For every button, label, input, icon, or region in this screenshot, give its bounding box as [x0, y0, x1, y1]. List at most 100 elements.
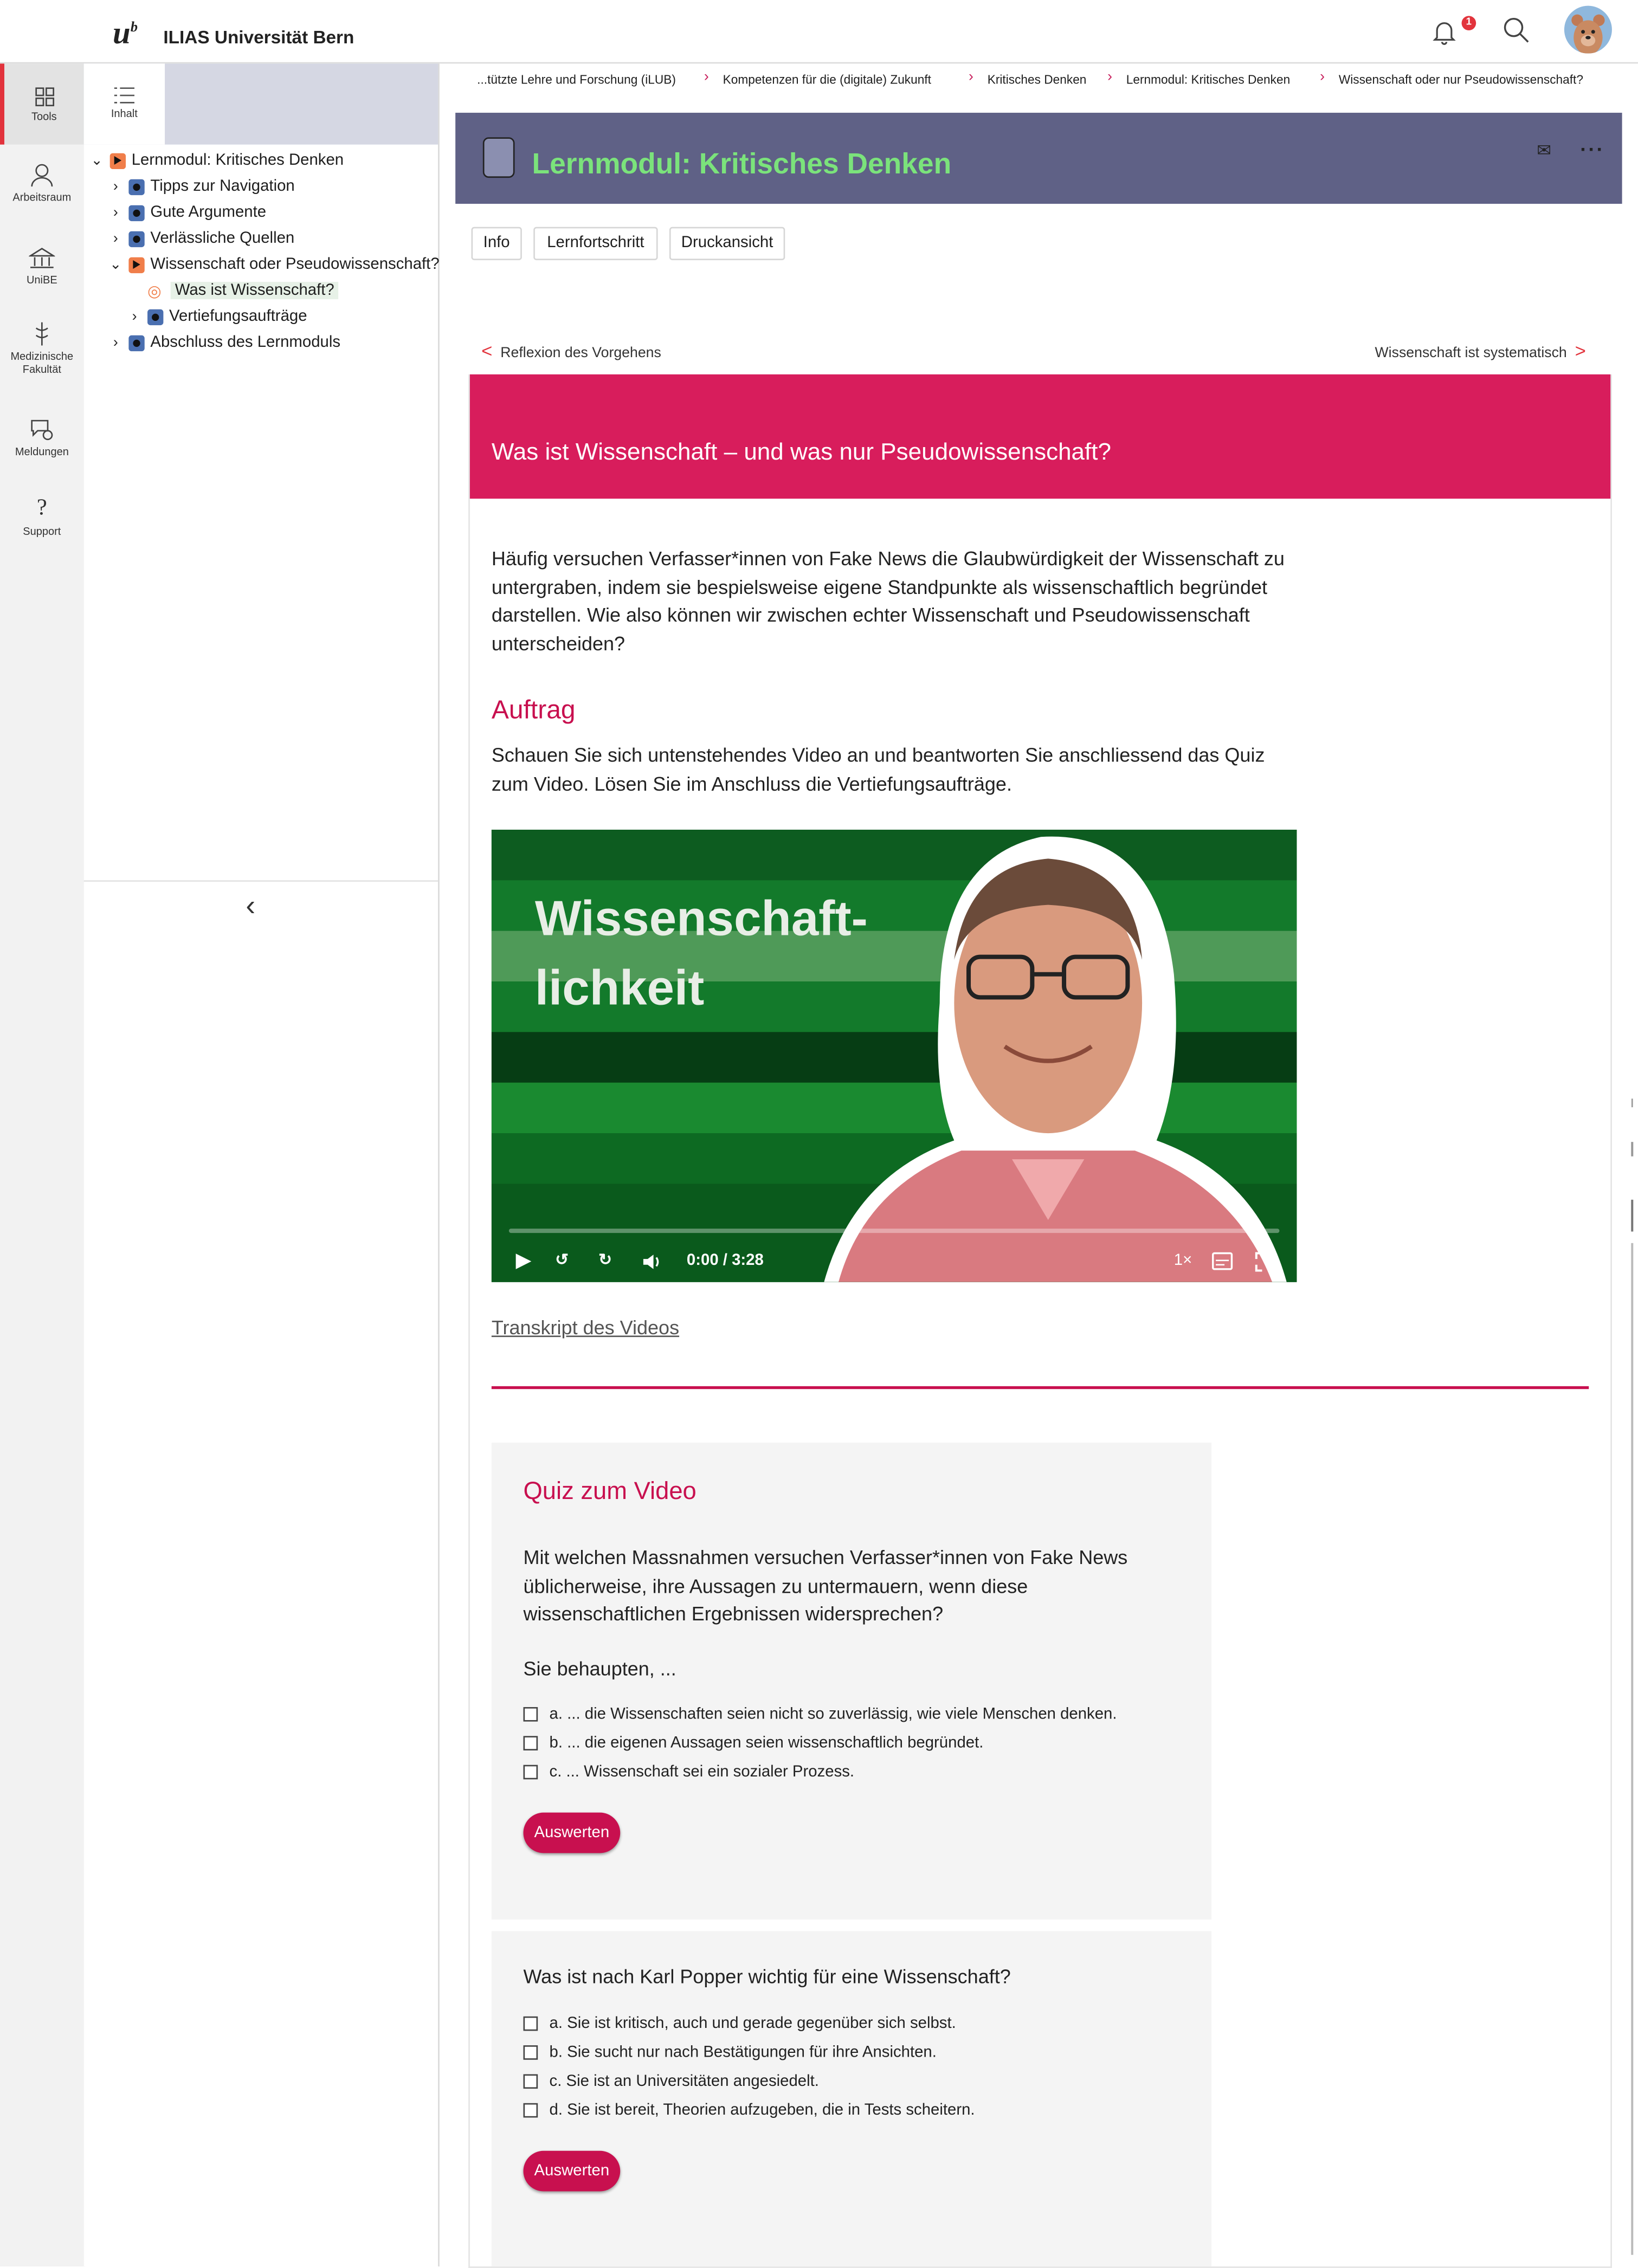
- person-icon: [31, 164, 53, 187]
- top-bar: ub ILIAS Universität Bern 1: [0, 0, 1638, 64]
- video-time: 0:00 / 3:28: [686, 1251, 764, 1269]
- previous-page-link[interactable]: < Reflexion des Vorgehens: [481, 340, 661, 361]
- page-heading: Was ist Wissenschaft – und was nur Pseud…: [491, 439, 1111, 466]
- video-player[interactable]: Wissenschaft-lichkeit ▶ ↺ ↻ 0:00 / 3:28 …: [491, 829, 1297, 1282]
- quiz-lead: Sie behaupten, ...: [523, 1658, 676, 1680]
- chapter-icon: [128, 178, 145, 195]
- task-text: Schauen Sie sich untenstehendes Video an…: [491, 744, 1265, 795]
- checkbox[interactable]: [523, 2103, 538, 2118]
- notification-settings-icon[interactable]: ✉: [1537, 140, 1551, 160]
- play-icon[interactable]: ▶: [516, 1249, 531, 1272]
- grid-icon: [35, 87, 54, 107]
- breadcrumb: ...tützte Lehre und Forschung (iLUB) › K…: [440, 63, 1638, 95]
- bell-icon[interactable]: [1430, 17, 1459, 46]
- chevron-right-icon[interactable]: ›: [107, 230, 124, 246]
- transcript-link[interactable]: Transkript des Videos: [492, 1317, 679, 1339]
- rail-item-medizinische-fakultaet[interactable]: Medizinische Fakultät: [0, 312, 84, 399]
- chevron-right-icon: >: [1575, 339, 1586, 361]
- rail-item-arbeitsraum[interactable]: Arbeitsraum: [0, 150, 84, 231]
- breadcrumb-item[interactable]: Wissenschaft oder nur Pseudowissenschaft…: [1339, 72, 1583, 87]
- breadcrumb-item[interactable]: Kompetenzen für die (digitale) Zukunft: [723, 72, 931, 87]
- chevron-right-icon: ›: [1107, 69, 1112, 86]
- checkbox[interactable]: [523, 1707, 538, 1722]
- chevron-right-icon: ›: [704, 69, 709, 86]
- next-page-link[interactable]: Wissenschaft ist systematisch >: [1375, 340, 1586, 361]
- quiz-option[interactable]: a. ... die Wissenschaften seien nicht so…: [523, 1705, 1117, 1723]
- quiz-block: Quiz zum Video Mit welchen Massnahmen ve…: [491, 1442, 1212, 1920]
- chapter-active-icon: [128, 256, 145, 273]
- rail-item-meldungen[interactable]: Meldungen: [0, 405, 84, 486]
- chevron-right-icon: ›: [1320, 69, 1325, 86]
- bear-avatar-icon: [1571, 14, 1605, 54]
- forward-10-icon[interactable]: ↻: [598, 1250, 612, 1269]
- checkbox[interactable]: [523, 2045, 538, 2060]
- video-title-overlay: Wissenschaft-lichkeit: [534, 891, 868, 1017]
- breadcrumb-item[interactable]: Lernmodul: Kritisches Denken: [1126, 72, 1290, 87]
- evaluate-button[interactable]: Auswerten: [523, 2150, 621, 2192]
- checkbox[interactable]: [523, 2074, 538, 2089]
- chevron-right-icon[interactable]: ›: [107, 178, 124, 194]
- chevron-right-icon[interactable]: ›: [107, 204, 124, 220]
- tree-node-lernmodul[interactable]: ⌄ Lernmodul: Kritisches Denken: [88, 147, 344, 173]
- video-progress-bar[interactable]: [508, 1229, 1280, 1233]
- site-name[interactable]: ILIAS Universität Bern: [163, 28, 354, 48]
- tree-node-gute-argumente[interactable]: › Gute Argumente: [107, 199, 266, 225]
- volume-icon[interactable]: [642, 1252, 662, 1272]
- quiz-option[interactable]: c. Sie ist an Universitäten angesiedelt.: [523, 2073, 819, 2090]
- search-icon[interactable]: [1502, 16, 1531, 44]
- collapse-slate-icon[interactable]: ‹: [246, 890, 255, 923]
- checkbox[interactable]: [523, 1765, 538, 1780]
- chevron-right-icon[interactable]: ›: [126, 308, 143, 324]
- breadcrumb-item[interactable]: Kritisches Denken: [988, 72, 1087, 87]
- quiz-option[interactable]: c. ... Wissenschaft sei ein sozialer Pro…: [523, 1763, 854, 1781]
- tab-inhalt[interactable]: Inhalt: [83, 63, 165, 145]
- question-mark-icon: ?: [36, 495, 47, 521]
- object-header: Lernmodul: Kritisches Denken ✉ ···: [455, 113, 1622, 204]
- chevron-right-icon: ›: [969, 69, 973, 86]
- institution-icon: [29, 248, 55, 268]
- slate-content-tree: Inhalt ⌄ Lernmodul: Kritisches Denken › Ti…: [83, 63, 440, 2267]
- quiz-option[interactable]: b. Sie sucht nur nach Bestätigungen für …: [523, 2044, 937, 2061]
- tree-node-quellen[interactable]: › Verlässliche Quellen: [107, 225, 294, 251]
- university-logo[interactable]: ub: [113, 15, 138, 52]
- list-icon: [114, 87, 135, 104]
- user-avatar[interactable]: [1564, 5, 1612, 54]
- divider: [83, 880, 438, 882]
- scrollbar[interactable]: [1628, 1099, 1635, 2255]
- content-page: Was ist Wissenschaft – und was nur Pseud…: [468, 374, 1612, 2268]
- chapter-icon: [128, 204, 145, 221]
- chevron-down-icon[interactable]: ⌄: [107, 256, 124, 272]
- quiz-option[interactable]: d. Sie ist bereit, Theorien aufzugeben, …: [523, 2102, 975, 2119]
- quiz-block: Was ist nach Karl Popper wichtig für ein…: [491, 1931, 1212, 2267]
- checkbox[interactable]: [523, 1736, 538, 1750]
- tab-info[interactable]: Info: [471, 227, 522, 261]
- tree-node-vertiefung[interactable]: › Vertiefungsaufträge: [126, 303, 307, 329]
- playback-speed[interactable]: 1×: [1174, 1252, 1192, 1269]
- chapter-icon: [128, 334, 145, 351]
- tree-node-tipps[interactable]: › Tipps zur Navigation: [107, 173, 295, 199]
- intro-text: Häufig versuchen Verfasser*innen von Fak…: [491, 547, 1285, 655]
- rail-item-support[interactable]: ? Support: [0, 489, 84, 570]
- rail-item-tools[interactable]: Tools: [0, 63, 84, 145]
- fullscreen-icon[interactable]: [1255, 1252, 1275, 1272]
- evaluate-button[interactable]: Auswerten: [523, 1812, 621, 1853]
- captions-icon[interactable]: [1211, 1252, 1233, 1271]
- tab-druckansicht[interactable]: Druckansicht: [669, 227, 785, 261]
- video-controls: ▶ ↺ ↻ 0:00 / 3:28 1×: [492, 1223, 1297, 1282]
- quiz-option[interactable]: b. ... die eigenen Aussagen seien wissen…: [523, 1735, 983, 1752]
- breadcrumb-item[interactable]: ...tützte Lehre und Forschung (iLUB): [477, 72, 676, 87]
- chapter-icon: [147, 308, 164, 325]
- tree-node-abschluss[interactable]: › Abschluss des Lernmoduls: [107, 329, 340, 356]
- section-divider: [491, 1386, 1589, 1388]
- chevron-down-icon[interactable]: ⌄: [88, 152, 106, 168]
- tree-node-was-ist-wissenschaft[interactable]: ◎ Was ist Wissenschaft?: [147, 277, 339, 303]
- checkbox[interactable]: [523, 2016, 538, 2031]
- rewind-10-icon[interactable]: ↺: [555, 1250, 569, 1269]
- quiz-option[interactable]: a. Sie ist kritisch, auch und gerade geg…: [523, 2015, 956, 2032]
- tree-node-wissenschaft[interactable]: ⌄ Wissenschaft oder Pseudowissenschaft?: [107, 251, 439, 277]
- tab-lernfortschritt[interactable]: Lernfortschritt: [533, 227, 658, 261]
- chapter-icon: [128, 230, 145, 247]
- more-actions-icon[interactable]: ···: [1580, 137, 1604, 160]
- rail-item-unibe[interactable]: UniBE: [0, 234, 84, 315]
- chevron-right-icon[interactable]: ›: [107, 334, 124, 350]
